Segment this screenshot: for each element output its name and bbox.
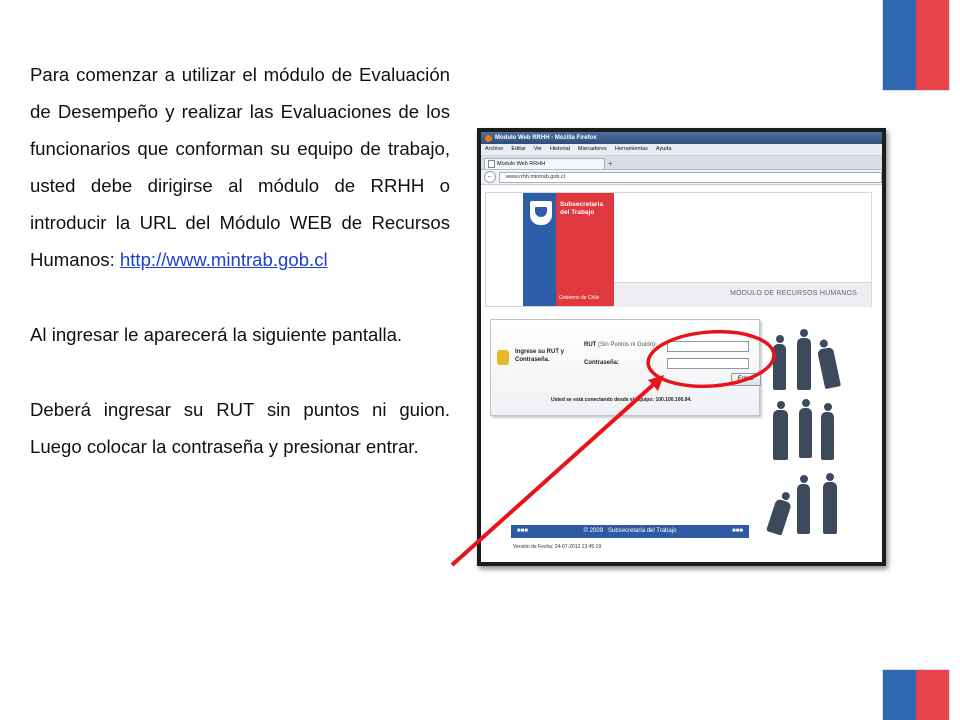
- new-tab-button[interactable]: +: [608, 159, 613, 169]
- instructions-text: Para comenzar a utilizar el módulo de Ev…: [30, 56, 450, 465]
- menu-ayuda[interactable]: Ayuda: [656, 144, 672, 155]
- menu-historial[interactable]: Historial: [550, 144, 570, 155]
- tab-bar: Modulo Web RRHH +: [481, 156, 882, 170]
- menu-ver[interactable]: Ver: [534, 144, 542, 155]
- menu-editar[interactable]: Editar: [511, 144, 525, 155]
- flag-decoration-bottom: [883, 670, 949, 720]
- screenshot-frame: Modulo Web RRHH - Mozilla Firefox Archiv…: [477, 128, 886, 566]
- footer-copyright: © 2009 Subsecretaria del Trabajo: [584, 525, 677, 538]
- menu-herramientas[interactable]: Herramientas: [615, 144, 648, 155]
- footer-left-marks: ■■■: [517, 528, 528, 534]
- keys-icon: [497, 350, 509, 365]
- footer-right-marks: ■■■: [732, 528, 743, 534]
- navigation-bar: ← www.rrhh.mintrab.gob.cl: [481, 170, 882, 185]
- workers-illustration: [759, 322, 879, 542]
- gov-label: Gobierno de Chile: [559, 295, 600, 301]
- page-icon: [488, 160, 495, 168]
- entrar-button[interactable]: Entrar: [731, 373, 761, 386]
- browser-window: Modulo Web RRHH - Mozilla Firefox Archiv…: [481, 132, 882, 562]
- rut-label-text: RUT: [584, 342, 597, 348]
- footer-year: © 2009: [583, 528, 604, 534]
- site-banner: Subsecretaria del Trabajo Gobierno de Ch…: [485, 192, 872, 307]
- rut-label: RUT (Sin Puntos ni Guión):: [584, 342, 657, 348]
- version-info: Versión de Fecha: 24-07-2012 13:45:19: [513, 544, 602, 550]
- firefox-icon: [485, 134, 492, 142]
- footer-org: Subsecretaria del Trabajo: [608, 528, 677, 534]
- menu-marcadores[interactable]: Marcadores: [578, 144, 607, 155]
- connection-info: Usted se está conectando desde el Equipo…: [551, 397, 692, 403]
- password-label: Contraseña:: [584, 360, 620, 366]
- instruction-paragraph-2: Al ingresar le aparecerá la siguiente pa…: [30, 324, 403, 345]
- instruction-paragraph-1: Para comenzar a utilizar el módulo de Ev…: [30, 56, 450, 278]
- password-input[interactable]: [667, 358, 749, 369]
- login-prompt: Ingrese su RUT y Contraseña.: [515, 349, 565, 363]
- login-panel: Ingrese su RUT y Contraseña. RUT (Sin Pu…: [490, 319, 761, 416]
- mintrab-url-link[interactable]: http://www.mintrab.gob.cl: [120, 249, 328, 270]
- coat-of-arms-icon: [530, 201, 552, 225]
- tab-modulo-web-rrhh[interactable]: Modulo Web RRHH: [484, 158, 605, 169]
- rut-note: (Sin Puntos ni Guión):: [598, 342, 657, 348]
- window-title: Modulo Web RRHH - Mozilla Firefox: [495, 135, 597, 141]
- rut-input[interactable]: [667, 341, 749, 352]
- instruction-paragraph-1-text: Para comenzar a utilizar el módulo de Ev…: [30, 64, 450, 270]
- tab-label: Modulo Web RRHH: [497, 161, 546, 167]
- instruction-paragraph-3: Deberá ingresar su RUT sin puntos ni gui…: [30, 399, 450, 457]
- site-footer: ■■■ © 2009 Subsecretaria del Trabajo ■■■: [511, 525, 749, 538]
- flag-decoration-top: [883, 0, 949, 90]
- org-name: Subsecretaria del Trabajo: [560, 201, 603, 216]
- back-button[interactable]: ←: [484, 171, 496, 183]
- window-titlebar: Modulo Web RRHH - Mozilla Firefox: [481, 132, 882, 144]
- module-title: MÓDULO DE RECURSOS HUMANOS: [730, 290, 857, 297]
- url-bar[interactable]: www.rrhh.mintrab.gob.cl: [499, 171, 882, 183]
- menu-bar: Archivo Editar Ver Historial Marcadores …: [481, 144, 882, 156]
- menu-archivo[interactable]: Archivo: [485, 144, 503, 155]
